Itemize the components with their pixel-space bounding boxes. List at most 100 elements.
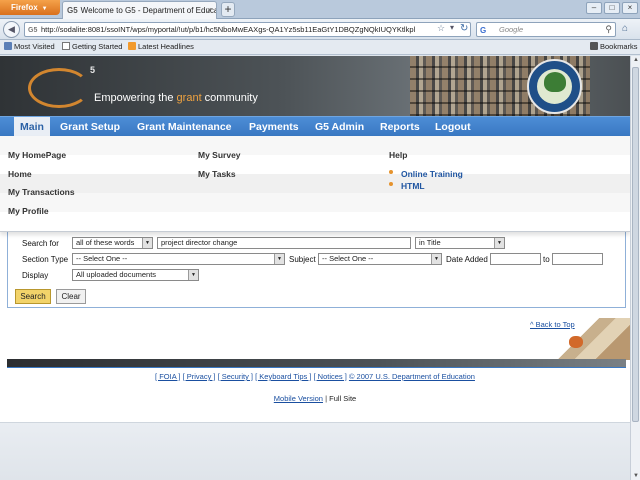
date-to-input[interactable]: [552, 253, 603, 265]
bookmark-most-visited[interactable]: Most Visited: [4, 40, 55, 54]
search-query-value: project director change: [161, 238, 238, 247]
page-bottom-area: [0, 422, 630, 480]
menu-g5-admin[interactable]: G5 Admin: [315, 117, 364, 137]
back-to-top-link[interactable]: ^ Back to Top: [530, 320, 575, 329]
chevron-down-icon: ▼: [41, 6, 48, 12]
bookmark-latest-headlines[interactable]: Latest Headlines: [128, 40, 194, 54]
back-arrow-icon[interactable]: ◀: [3, 21, 20, 38]
section-type-select[interactable]: -- Select One -- ▼: [72, 253, 285, 265]
tagline-start: Empowering the: [94, 92, 177, 104]
bookmark-label: Most Visited: [14, 42, 55, 51]
footer-link-copyright[interactable]: © 2007 U.S. Department of Education: [349, 372, 475, 381]
close-window-icon[interactable]: ×: [622, 2, 638, 14]
main-submenu: My HomePage Home My Transactions My Prof…: [0, 136, 630, 232]
search-button[interactable]: Search: [15, 289, 51, 304]
url-dropdown-icon[interactable]: ▾: [450, 23, 454, 32]
subject-select[interactable]: -- Select One -- ▼: [318, 253, 442, 265]
scrollbar-thumb[interactable]: [632, 67, 639, 422]
clear-button[interactable]: Clear: [56, 289, 86, 304]
submenu-my-survey[interactable]: My Survey: [198, 150, 241, 160]
display-label: Display: [22, 271, 49, 280]
submenu-row: [0, 212, 630, 231]
browser-tab-active[interactable]: G5 Welcome to G5 - Department of Educati.…: [62, 1, 217, 19]
firefox-menu-label: Firefox: [11, 3, 38, 12]
footer-banner-strip: [7, 359, 626, 367]
url-bar[interactable]: G5 http://sodalite:8081/ssoINT/wps/mypor…: [24, 22, 471, 37]
menu-grant-setup[interactable]: Grant Setup: [60, 117, 120, 137]
scroll-up-icon[interactable]: ▲: [632, 57, 640, 63]
tagline-end: community: [201, 92, 258, 104]
url-text: http://sodalite:8081/ssoINT/wps/myportal…: [41, 25, 416, 34]
menu-main[interactable]: Main: [14, 117, 50, 137]
scroll-down-icon[interactable]: ▼: [632, 473, 640, 479]
footer-link-privacy[interactable]: [ Privacy ]: [183, 372, 216, 381]
page-content: 5 Empowering the grant community Main Gr…: [0, 56, 630, 480]
page-icon: [62, 42, 70, 50]
submenu-my-tasks[interactable]: My Tasks: [198, 169, 236, 179]
footer-links: [ FOIA ] [ Privacy ] [ Security ] [ Keyb…: [0, 372, 630, 381]
menu-payments[interactable]: Payments: [249, 117, 299, 137]
footer-separator: |: [325, 394, 328, 403]
department-seal-icon: [527, 59, 582, 114]
footer-link-security[interactable]: [ Security ]: [218, 372, 253, 381]
menu-reports[interactable]: Reports: [380, 117, 420, 137]
new-tab-button[interactable]: +: [221, 2, 235, 17]
g5-logo-superscript: 5: [90, 65, 96, 75]
subject-value: -- Select One --: [322, 254, 374, 263]
footer-link-foia[interactable]: [ FOIA ]: [155, 372, 180, 381]
site-banner: 5 Empowering the grant community: [0, 56, 630, 116]
window-controls: – □ ×: [586, 2, 638, 14]
search-query-input[interactable]: project director change: [157, 237, 411, 249]
close-icon[interactable]: ×: [207, 2, 212, 19]
display-select[interactable]: All uploaded documents ▼: [72, 269, 199, 281]
search-placeholder: Google: [499, 25, 524, 34]
google-icon: G: [480, 26, 487, 35]
chevron-down-icon: ▼: [494, 238, 504, 248]
document-search-panel: Search for all of these words ▼ project d…: [7, 228, 626, 308]
maximize-icon[interactable]: □: [604, 2, 620, 14]
display-value: All uploaded documents: [76, 270, 157, 279]
date-from-input[interactable]: [490, 253, 541, 265]
minimize-icon[interactable]: –: [586, 2, 602, 14]
page-scrollbar[interactable]: ▲ ▼: [630, 56, 640, 480]
reload-icon[interactable]: ↻: [460, 23, 472, 34]
browser-tab-bar: Firefox ▼ G5 Welcome to G5 - Department of…: [0, 0, 640, 19]
search-scope-select[interactable]: in Title ▼: [415, 237, 505, 249]
submenu-my-profile[interactable]: My Profile: [8, 206, 49, 216]
mobile-version-link[interactable]: Mobile Version: [274, 394, 323, 403]
submenu-online-training[interactable]: Online Training: [401, 169, 463, 179]
apple-icon: [569, 336, 583, 348]
browser-search-input[interactable]: G Google ⚲: [476, 22, 616, 37]
seal-tree: [544, 72, 566, 92]
home-icon[interactable]: ⌂: [622, 23, 628, 34]
menu-logout[interactable]: Logout: [435, 117, 471, 137]
bookmarks-icon: [590, 42, 598, 50]
footer-link-notices[interactable]: [ Notices ]: [314, 372, 347, 381]
menu-grant-maintenance[interactable]: Grant Maintenance: [137, 117, 232, 137]
submenu-my-homepage[interactable]: My HomePage: [8, 150, 66, 160]
submenu-my-transactions[interactable]: My Transactions: [8, 187, 75, 197]
bookmark-getting-started[interactable]: Getting Started: [62, 40, 122, 54]
rss-icon: [128, 42, 136, 50]
magnifier-icon[interactable]: ⚲: [605, 23, 612, 36]
chevron-down-icon: ▼: [274, 254, 284, 264]
footer-link-keyboard-tips[interactable]: [ Keyboard Tips ]: [255, 372, 311, 381]
g5-logo: [28, 68, 90, 108]
match-mode-select[interactable]: all of these words ▼: [72, 237, 153, 249]
bookmarks-menu-button[interactable]: Bookmarks: [590, 40, 638, 54]
chevron-down-icon: ▼: [142, 238, 152, 248]
firefox-menu-button[interactable]: Firefox ▼: [0, 0, 60, 15]
site-favicon-icon: G5: [28, 27, 38, 34]
date-to-label: to: [543, 255, 550, 264]
bookmarks-menu-label: Bookmarks: [600, 42, 638, 51]
bullet-icon: [389, 182, 393, 186]
tagline-highlight: grant: [176, 92, 202, 104]
submenu-home[interactable]: Home: [8, 169, 32, 179]
submenu-row: [0, 193, 630, 212]
footer-divider: [7, 367, 626, 368]
submenu-html[interactable]: HTML: [401, 181, 425, 191]
submenu-row: [0, 136, 630, 155]
bookmark-star-icon[interactable]: ☆: [437, 23, 445, 34]
search-for-label: Search for: [22, 239, 59, 248]
bookmark-label: Getting Started: [72, 42, 123, 51]
